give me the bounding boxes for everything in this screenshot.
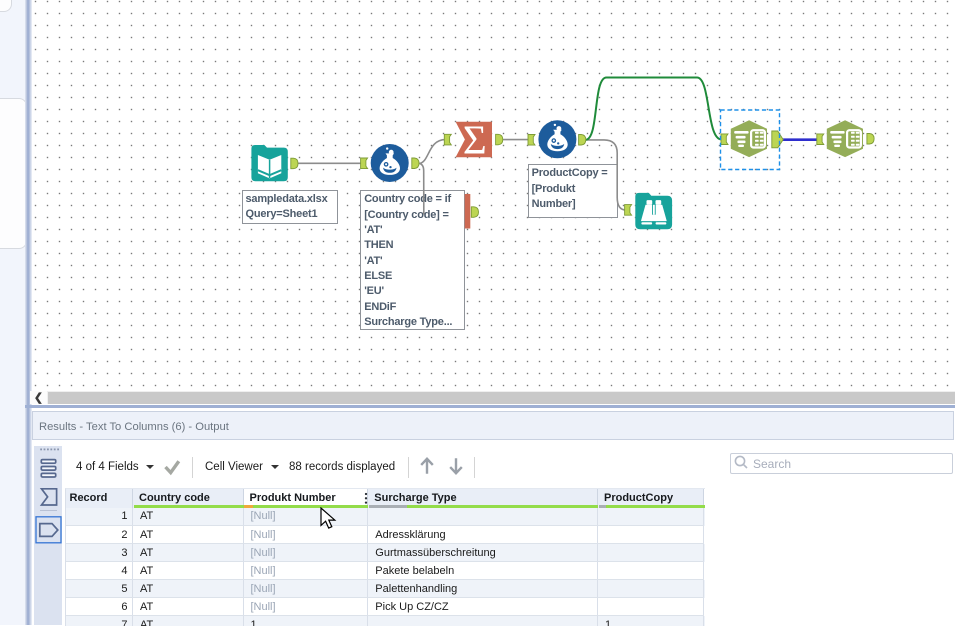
svg-text:Σ: Σ [463, 117, 487, 163]
